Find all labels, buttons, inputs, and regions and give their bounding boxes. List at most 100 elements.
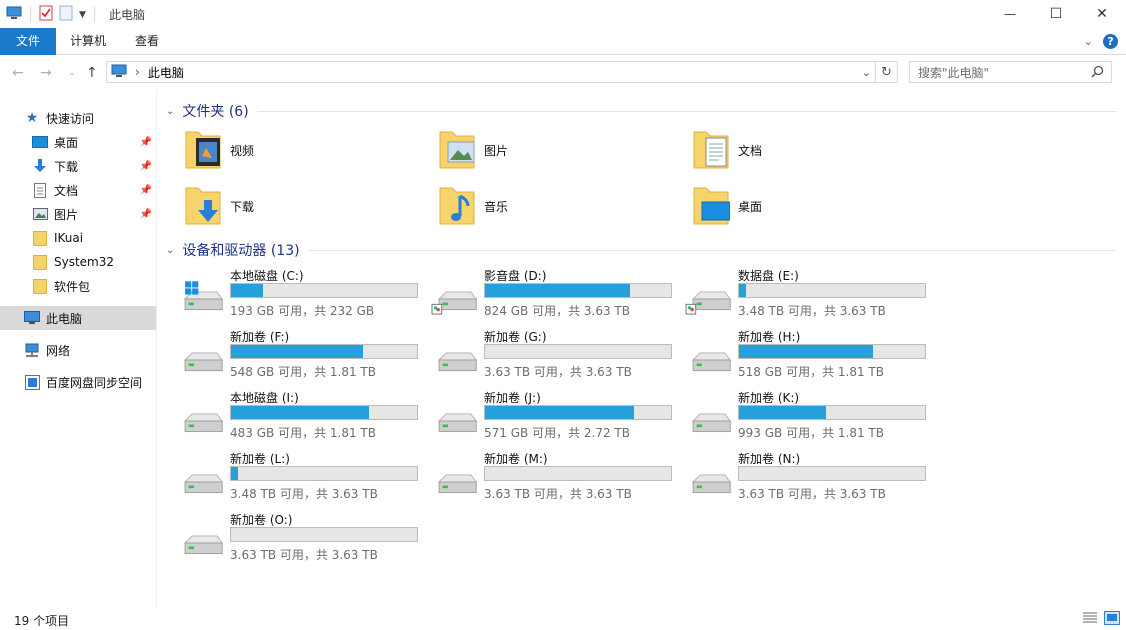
back-arrow-icon[interactable]: ← <box>12 65 24 81</box>
drives-section-header[interactable]: ⌄ 设备和驱动器 (13) <box>166 240 1116 260</box>
sidebar-item-packages[interactable]: 软件包 <box>0 274 156 298</box>
folders-section-title: 文件夹 (6) <box>182 104 249 120</box>
drive-tile[interactable]: 新加卷 (M:) 3.63 TB 可用，共 3.63 TB <box>414 448 672 506</box>
sidebar-item-desktop[interactable]: 桌面 📌 <box>0 130 156 154</box>
drive-space-info: 3.63 TB 可用，共 3.63 TB <box>484 365 632 379</box>
pin-icon[interactable]: 📌 <box>140 137 152 148</box>
drive-tile[interactable]: 影音盘 (D:) 824 GB 可用，共 3.63 TB <box>414 265 672 323</box>
refresh-button[interactable]: ↻ <box>876 61 898 83</box>
new-folder-icon[interactable] <box>59 5 73 24</box>
drive-usage-bar <box>230 466 418 481</box>
sidebar-item-system32[interactable]: System32 <box>0 250 156 274</box>
folder-pictures[interactable]: 图片 <box>438 125 688 175</box>
sidebar-item-baidu-sync[interactable]: 百度网盘同步空间 <box>0 370 156 394</box>
tab-file[interactable]: 文件 <box>0 28 56 55</box>
drive-name: 新加卷 (H:) <box>738 330 801 344</box>
breadcrumb-this-pc[interactable]: 此电脑 <box>148 64 184 81</box>
picture-folder-icon <box>438 128 476 172</box>
window-title: 此电脑 <box>109 8 146 22</box>
pc-icon <box>111 64 127 81</box>
sidebar-item-network[interactable]: 网络 <box>0 338 156 362</box>
sidebar-item-pictures[interactable]: 图片 📌 <box>0 202 156 226</box>
drive-tile[interactable]: 新加卷 (F:) 548 GB 可用，共 1.81 TB <box>160 326 418 384</box>
drive-usage-fill <box>739 345 873 358</box>
drive-space-info: 3.63 TB 可用，共 3.63 TB <box>230 548 378 562</box>
folder-downloads[interactable]: 下载 <box>184 181 434 231</box>
quick-access-toolbar: ▼ <box>6 5 97 24</box>
drive-space-info: 824 GB 可用，共 3.63 TB <box>484 304 630 318</box>
drive-usage-bar <box>484 283 672 298</box>
drive-tile[interactable]: 新加卷 (O:) 3.63 TB 可用，共 3.63 TB <box>160 509 418 567</box>
large-icons-view-icon[interactable] <box>1104 611 1120 628</box>
address-dropdown-icon[interactable]: ⌄ <box>862 66 871 79</box>
drive-tile[interactable]: 新加卷 (K:) 993 GB 可用，共 1.81 TB <box>668 387 926 445</box>
ribbon-tabs: 文件 计算机 查看 ⌄ ? <box>0 28 1126 55</box>
sidebar-item-this-pc[interactable]: 此电脑 <box>0 306 156 330</box>
recent-locations-icon[interactable]: ⌄ <box>68 68 76 78</box>
collapse-icon[interactable]: ⌄ <box>166 245 174 256</box>
drive-space-info: 571 GB 可用，共 2.72 TB <box>484 426 630 440</box>
ribbon-expand-icon[interactable]: ⌄ <box>1084 35 1093 48</box>
download-icon <box>32 158 48 174</box>
drive-name: 新加卷 (F:) <box>230 330 290 344</box>
drive-usage-fill <box>231 284 263 297</box>
folder-videos[interactable]: 视频 <box>184 125 434 175</box>
content-pane: ⌄ 文件夹 (6) 视频 图片 文档 下载 音乐 桌面 ⌄ 设备和驱动器 (13… <box>160 89 1126 608</box>
drive-name: 数据盘 (E:) <box>738 269 799 283</box>
drive-tile[interactable]: 新加卷 (H:) 518 GB 可用，共 1.81 TB <box>668 326 926 384</box>
up-arrow-icon[interactable]: ↑ <box>86 65 98 81</box>
drive-tile[interactable]: 新加卷 (G:) 3.63 TB 可用，共 3.63 TB <box>414 326 672 384</box>
drive-icon <box>432 340 478 372</box>
drive-tile[interactable]: 新加卷 (J:) 571 GB 可用，共 2.72 TB <box>414 387 672 445</box>
sidebar-item-downloads[interactable]: 下载 📌 <box>0 154 156 178</box>
sidebar-item-ikuai[interactable]: IKuai <box>0 226 156 250</box>
navigation-pane: ★ 快速访问 桌面 📌 下载 📌 文档 📌 图片 📌 IKuai System3… <box>0 89 157 608</box>
sidebar-item-quick-access[interactable]: ★ 快速访问 <box>0 106 156 130</box>
help-icon[interactable]: ? <box>1103 34 1118 49</box>
collapse-icon[interactable]: ⌄ <box>166 106 174 117</box>
search-input[interactable]: 搜索"此电脑" <box>909 61 1112 83</box>
folders-section-header[interactable]: ⌄ 文件夹 (6) <box>166 101 1116 121</box>
drive-usage-fill <box>485 284 631 297</box>
search-icon[interactable] <box>1091 65 1104 81</box>
drive-tile[interactable]: 数据盘 (E:) 3.48 TB 可用，共 3.63 TB <box>668 265 926 323</box>
drive-tile[interactable]: 本地磁盘 (I:) 483 GB 可用，共 1.81 TB <box>160 387 418 445</box>
properties-icon[interactable] <box>39 5 53 24</box>
drive-tile[interactable]: 新加卷 (N:) 3.63 TB 可用，共 3.63 TB <box>668 448 926 506</box>
folder-desktop[interactable]: 桌面 <box>692 181 942 231</box>
download-folder-icon <box>184 184 222 228</box>
tab-computer[interactable]: 计算机 <box>56 28 120 55</box>
drive-name: 新加卷 (N:) <box>738 452 801 466</box>
minimize-button[interactable]: — <box>987 0 1033 28</box>
maximize-icon: ☐ <box>1049 6 1063 22</box>
drive-name: 新加卷 (G:) <box>484 330 547 344</box>
title-bar: ▼ 此电脑 — ☐ ✕ <box>0 0 1126 28</box>
folder-music[interactable]: 音乐 <box>438 181 688 231</box>
folder-documents[interactable]: 文档 <box>692 125 942 175</box>
pc-icon[interactable] <box>6 6 22 23</box>
forward-arrow-icon[interactable]: → <box>40 65 52 81</box>
tab-view[interactable]: 查看 <box>121 28 173 55</box>
pin-icon[interactable]: 📌 <box>140 209 152 220</box>
address-bar[interactable]: › 此电脑 ⌄ <box>106 61 876 83</box>
drive-icon <box>178 340 224 372</box>
drive-space-info: 3.63 TB 可用，共 3.63 TB <box>738 487 886 501</box>
qat-dropdown-icon[interactable]: ▼ <box>79 10 86 20</box>
drive-usage-bar <box>484 405 672 420</box>
drive-icon <box>686 462 732 494</box>
drive-usage-bar <box>738 405 926 420</box>
maximize-button[interactable]: ☐ <box>1033 0 1079 28</box>
breadcrumb-separator[interactable]: › <box>135 65 140 79</box>
drive-usage-bar <box>230 344 418 359</box>
details-view-icon[interactable] <box>1082 611 1098 628</box>
navigation-bar: ← → ⌄ ↑ › 此电脑 ⌄ ↻ 搜索"此电脑" <box>0 56 1126 89</box>
pin-icon[interactable]: 📌 <box>140 185 152 196</box>
close-icon: ✕ <box>1096 6 1108 22</box>
drive-tile[interactable]: 本地磁盘 (C:) 193 GB 可用，共 232 GB <box>160 265 418 323</box>
sidebar-item-documents[interactable]: 文档 📌 <box>0 178 156 202</box>
drive-icon <box>178 523 224 555</box>
drive-name: 影音盘 (D:) <box>484 269 547 283</box>
pin-icon[interactable]: 📌 <box>140 161 152 172</box>
close-button[interactable]: ✕ <box>1079 0 1125 28</box>
drive-tile[interactable]: 新加卷 (L:) 3.48 TB 可用，共 3.63 TB <box>160 448 418 506</box>
